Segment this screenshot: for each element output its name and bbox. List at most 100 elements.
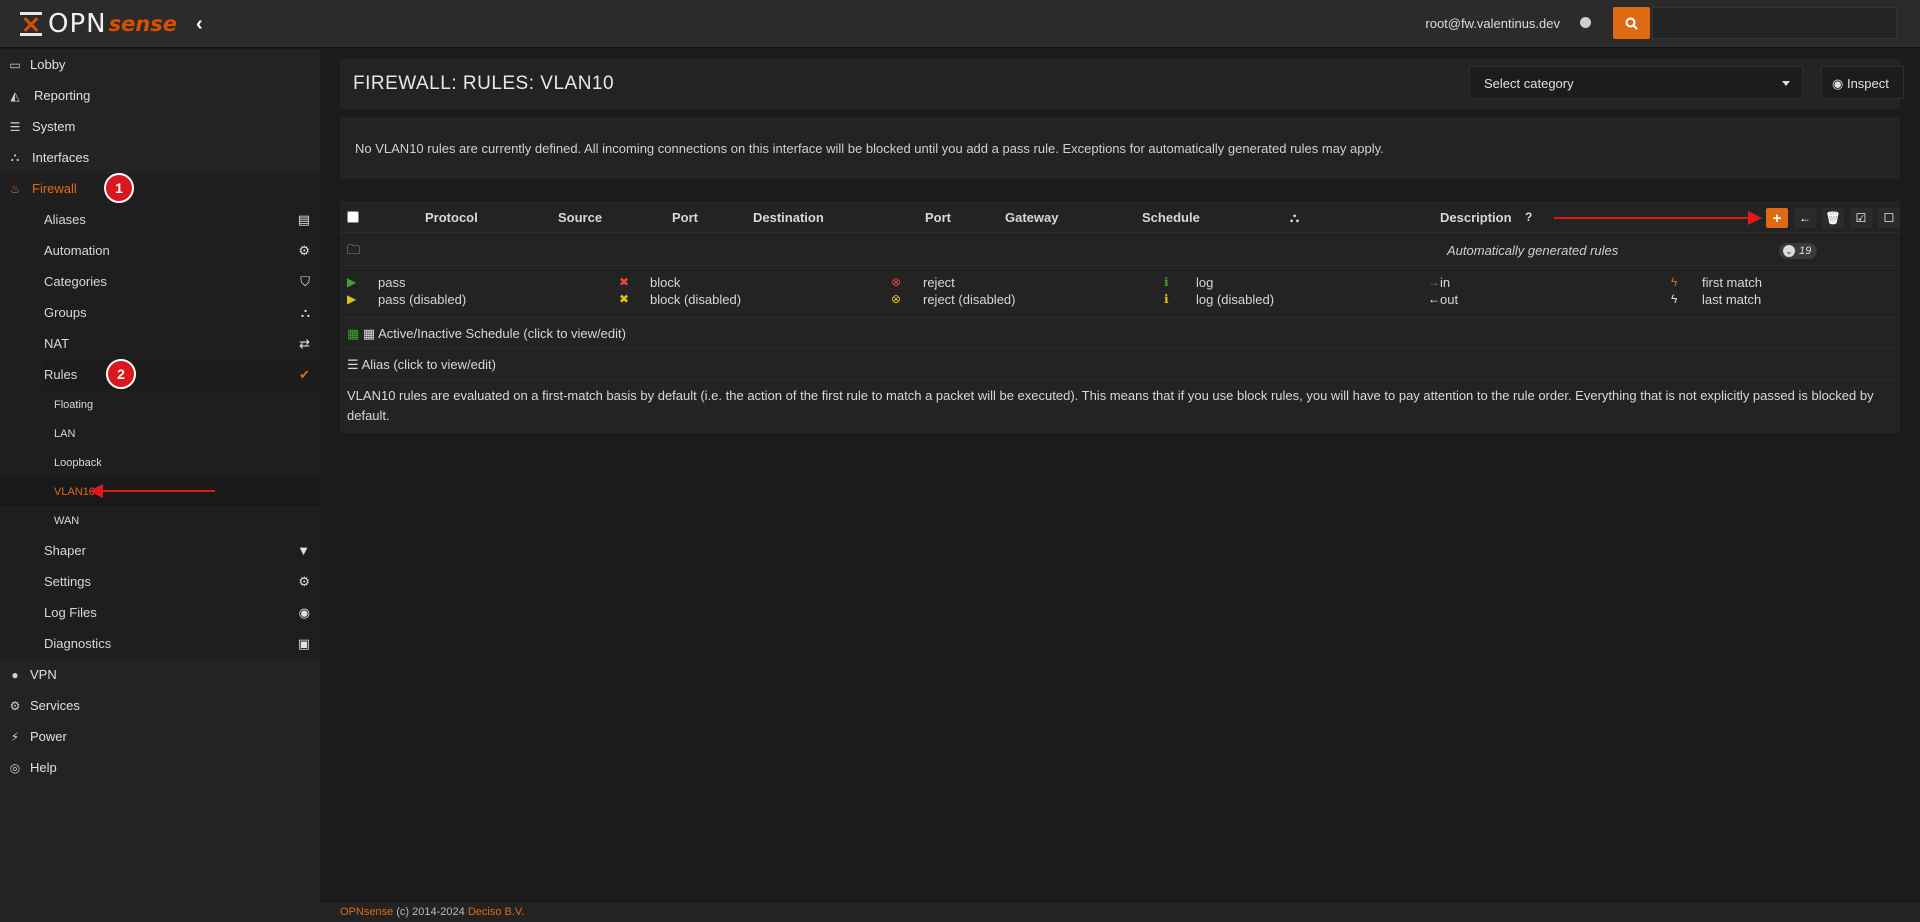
alias-legend-row[interactable]: ☰ Alias (click to view/edit) [340,349,1900,380]
main-content: FIREWALL: RULES: VLAN10 Select category … [320,49,1920,922]
area-chart-icon: ◭ [10,88,20,103]
sidebar-item-label: Automation [44,243,110,258]
sidebar-item-log-files[interactable]: Log Files ◉ [44,597,320,628]
plug-icon: ⚡ [10,729,20,744]
folder-icon: 🗀 [347,242,361,257]
legend-first-match: first match [1702,275,1762,290]
info-circle-disabled-icon: ℹ [1164,292,1169,306]
sidebar-item-wan[interactable]: WAN [44,506,320,535]
sidebar-item-aliases[interactable]: Aliases ▤ [44,204,320,235]
collapse-sidebar-icon[interactable]: ‹ [196,14,210,34]
sidebar-item-label: Power [30,729,67,744]
header-source: Source [558,210,603,225]
header-schedule: Schedule [1142,210,1200,225]
category-select-value: Select category [1484,76,1574,91]
list-icon: ☰ [347,357,359,372]
enable-selected-button[interactable]: ☑ [1850,208,1872,228]
opnsense-logo[interactable]: OPN sense [18,8,177,40]
auto-rules-row[interactable]: 🗀 Automatically generated rules ⌄ 19 [340,233,1900,266]
logo-text-opn: OPN [48,9,107,39]
sidebar-item-label: VPN [30,667,57,682]
legend-pass: pass [378,275,406,290]
select-all-checkbox[interactable] [347,211,359,223]
disable-selected-button[interactable]: ☐ [1878,208,1900,228]
sidebar-item-label: Rules [44,367,78,382]
cog-icon: ⚙ [9,698,21,713]
life-ring-icon: ◎ [9,760,21,775]
annotation-arrow-add [1554,211,1762,225]
rules-legend: ▶ pass ▶ pass (disabled) ✖ block ✖ block… [340,266,1900,318]
tags-icon: ⛉ [300,273,310,289]
sidebar-item-firewall[interactable]: ♨ Firewall 1 [0,173,320,204]
sidebar-item-nat[interactable]: NAT ⇄ [44,328,320,359]
sidebar-item-label: Reporting [34,88,91,103]
search-input[interactable] [1652,7,1897,39]
legend-pass-disabled: pass (disabled) [378,292,467,307]
footer-brand-link[interactable]: OPNsense [340,906,393,918]
sidebar-item-label: WAN [54,514,80,527]
rules-submenu: Floating LAN Loopback VLAN10 WAN [0,390,320,535]
page-title: FIREWALL: RULES: VLAN10 [353,73,615,94]
sidebar-item-label: Firewall [32,181,77,196]
bolt-icon: ϟ [1671,275,1678,289]
rules-footnote: VLAN10 rules are evaluated on a first-ma… [347,388,1874,423]
inspect-button[interactable]: ◉ Inspect [1821,66,1904,99]
arrow-left-icon: ← [1428,292,1440,306]
schedule-legend-row[interactable]: ▦ ▦ Active/Inactive Schedule (click to v… [340,318,1900,349]
auto-rules-count-badge[interactable]: ⌄ 19 [1779,243,1818,259]
sitemap-icon: ⛬ [1290,210,1300,225]
back-button[interactable]: ← [1794,208,1816,228]
sidebar-item-categories[interactable]: Categories ⛉ [44,266,320,297]
sidebar-item-system[interactable]: ☰ System [0,111,320,142]
sidebar-item-shaper[interactable]: Shaper ▼ [44,535,320,566]
sidebar-item-floating[interactable]: Floating [44,390,320,419]
medkit-icon: ▣ [297,635,310,651]
sidebar-item-settings[interactable]: Settings ⚙ [44,566,320,597]
sidebar-item-lobby[interactable]: ▭ Lobby [0,49,320,80]
check-icon: ✔ [299,366,310,382]
annotation-arrow-vlan10 [89,484,215,498]
footer-company-link[interactable]: Deciso B.V. [468,906,524,918]
sidebar-item-reporting[interactable]: ◭ Reporting [0,80,320,111]
sidebar-item-vlan10[interactable]: VLAN10 [0,477,320,506]
gears-icon: ⚙ [298,573,310,589]
header-port-2: Port [925,210,951,225]
user-label[interactable]: root@fw.valentinus.dev [1425,16,1560,31]
status-dot-icon[interactable] [1580,17,1591,28]
exchange-icon: ⇄ [299,335,310,351]
sidebar-item-help[interactable]: ◎ Help [0,752,320,783]
help-icon[interactable]: ? [1525,210,1532,224]
sidebar-item-label: Interfaces [32,150,90,165]
arrow-right-icon: → [1428,275,1440,289]
footer-copyright: (c) 2014-2024 [393,906,468,918]
add-rule-button[interactable]: + [1766,208,1788,228]
sidebar-item-automation[interactable]: Automation ⚙ [44,235,320,266]
sidebar-item-label: Shaper [44,543,86,558]
annotation-badge-1: 1 [104,173,134,203]
delete-button[interactable]: 🗑 [1822,208,1844,228]
category-select[interactable]: Select category [1469,66,1803,99]
sidebar-item-diagnostics[interactable]: Diagnostics ▣ [44,628,320,659]
page-header: FIREWALL: RULES: VLAN10 Select category … [340,59,1904,109]
sidebar-item-lan[interactable]: LAN [44,419,320,448]
sidebar-item-label: Lobby [30,57,66,72]
play-icon: ▶ [347,275,357,289]
sidebar-item-rules[interactable]: Rules ✔ 2 [44,359,320,390]
alias-link: Alias (click to view/edit) [361,357,496,372]
sidebar-item-vpn[interactable]: ● VPN [0,659,320,690]
top-bar: OPN sense ‹ root@fw.valentinus.dev [0,0,1920,48]
inspect-label: Inspect [1846,76,1889,91]
sidebar-item-loopback[interactable]: Loopback [44,448,320,477]
sidebar: ▭ Lobby ◭ Reporting ☰ System ⛬ Interfaces ♨ F… [0,49,320,922]
legend-in: in [1440,275,1451,290]
header-description: Description [1440,210,1512,225]
sidebar-item-interfaces[interactable]: ⛬ Interfaces [0,142,320,173]
rules-table: Protocol Source Port Destination Port Ga… [340,201,1900,433]
search-button[interactable] [1613,7,1650,39]
sidebar-item-power[interactable]: ⚡ Power [0,721,320,752]
play-disabled-icon: ▶ [347,292,357,306]
times-circle-icon: ⊗ [891,275,902,289]
sidebar-item-groups[interactable]: Groups ⛬ [44,297,320,328]
server-icon: ☰ [9,119,21,134]
sidebar-item-services[interactable]: ⚙ Services [0,690,320,721]
